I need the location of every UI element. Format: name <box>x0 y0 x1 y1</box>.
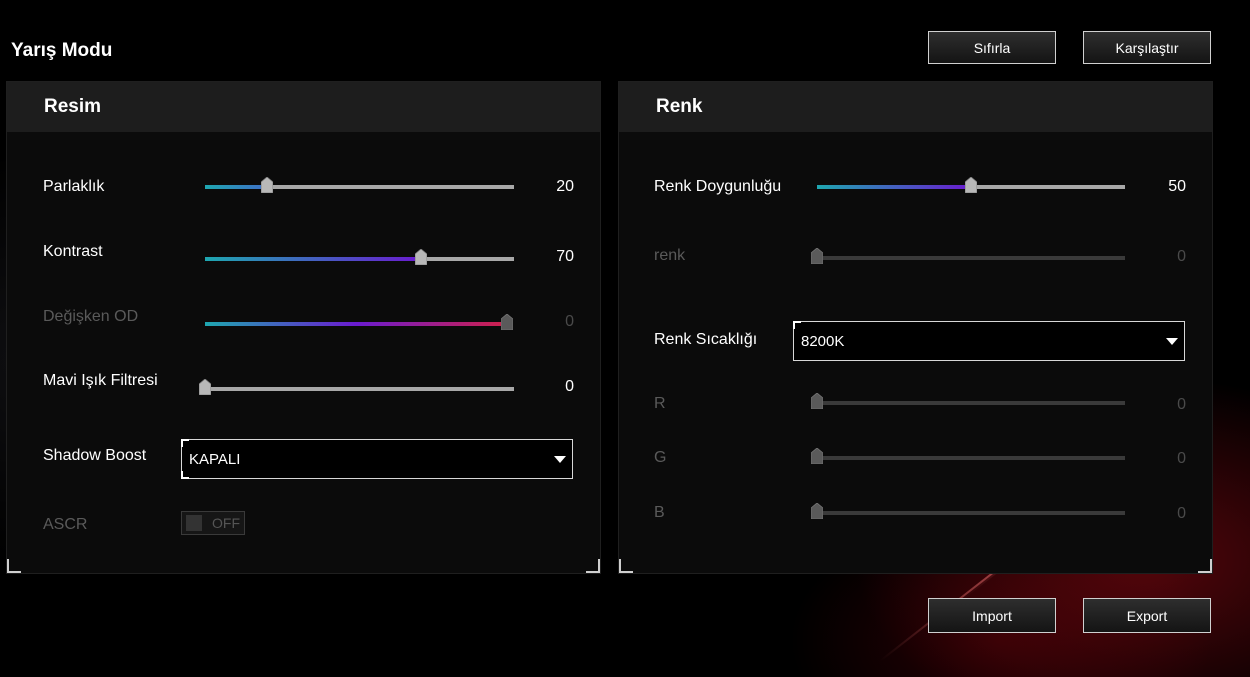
shadow-boost-dropdown[interactable]: KAPALI <box>181 439 573 479</box>
dropdown-corner <box>181 471 189 479</box>
slider-thumb[interactable] <box>415 249 428 265</box>
chevron-down-icon <box>1166 338 1178 345</box>
brightness-label: Parlaklık <box>43 178 105 195</box>
saturation-label: Renk Doygunluğu <box>654 178 782 195</box>
red-slider <box>811 393 1125 409</box>
panel-corner <box>586 559 600 573</box>
hue-label: renk <box>654 247 686 264</box>
green-label: G <box>654 449 667 466</box>
variable-od-label: Değişken OD <box>43 308 139 325</box>
slider-fill <box>817 185 971 189</box>
color-temperature-dropdown[interactable]: 8200K <box>793 321 1185 361</box>
shadow-boost-label: Shadow Boost <box>43 447 147 464</box>
brightness-value: 20 <box>556 178 574 195</box>
toggle-knob <box>186 515 202 531</box>
slider-fill <box>205 185 267 189</box>
panel-corner <box>7 559 21 573</box>
compare-button[interactable]: Karşılaştır <box>1083 31 1211 64</box>
blue-light-filter-label: Mavi Işık Filtresi <box>43 372 158 389</box>
dropdown-corner <box>181 439 189 447</box>
brightness-slider[interactable] <box>205 177 514 193</box>
chevron-down-icon <box>554 456 566 463</box>
hue-slider <box>811 248 1125 264</box>
slider-thumb <box>811 248 823 264</box>
page-title: Yarış Modu <box>11 40 113 61</box>
slider-thumb <box>501 314 513 330</box>
color-panel: Renk Renk Doygunluğu 50 renk 0 Renk Sıca… <box>618 81 1213 574</box>
slider-track <box>817 456 1125 460</box>
green-value: 0 <box>1177 450 1186 467</box>
contrast-label: Kontrast <box>43 243 103 260</box>
slider-track <box>817 256 1125 260</box>
hue-value: 0 <box>1177 248 1186 265</box>
ascr-toggle: OFF <box>181 511 245 535</box>
export-button[interactable]: Export <box>1083 598 1211 633</box>
contrast-slider[interactable] <box>205 249 514 265</box>
picture-panel-header: Resim <box>7 82 600 132</box>
panel-corner <box>1198 559 1212 573</box>
green-slider <box>811 448 1125 464</box>
saturation-slider[interactable] <box>817 177 1125 193</box>
dropdown-corner <box>793 321 801 329</box>
blue-value: 0 <box>1177 505 1186 522</box>
slider-thumb[interactable] <box>260 177 273 193</box>
color-temperature-label: Renk Sıcaklığı <box>654 331 758 348</box>
ascr-label: ASCR <box>43 516 88 533</box>
shadow-boost-selected: KAPALI <box>189 450 241 468</box>
slider-track <box>817 511 1125 515</box>
saturation-value: 50 <box>1168 178 1186 195</box>
slider-track <box>817 401 1125 405</box>
reset-button[interactable]: Sıfırla <box>928 31 1056 64</box>
slider-track <box>205 322 507 326</box>
panel-corner <box>619 559 633 573</box>
slider-thumb <box>811 503 823 519</box>
picture-panel: Resim Parlaklık 20 Kontrast 70 Değişken … <box>6 81 601 574</box>
ascr-toggle-state: OFF <box>212 515 240 531</box>
color-panel-header: Renk <box>619 82 1212 132</box>
import-button[interactable]: Import <box>928 598 1056 633</box>
slider-fill <box>205 257 422 261</box>
blue-light-filter-value: 0 <box>565 378 574 395</box>
slider-thumb[interactable] <box>965 177 977 193</box>
blue-slider <box>811 503 1125 519</box>
slider-thumb <box>811 448 823 464</box>
slider-track <box>205 387 514 391</box>
red-value: 0 <box>1177 396 1186 413</box>
blue-light-filter-slider[interactable] <box>199 379 514 395</box>
contrast-value: 70 <box>556 248 574 265</box>
variable-od-slider <box>205 314 513 330</box>
blue-label: B <box>654 504 665 521</box>
red-label: R <box>654 395 666 412</box>
slider-thumb <box>811 393 823 409</box>
variable-od-value: 0 <box>565 313 574 330</box>
color-temperature-selected: 8200K <box>801 332 845 350</box>
slider-thumb[interactable] <box>199 379 211 395</box>
